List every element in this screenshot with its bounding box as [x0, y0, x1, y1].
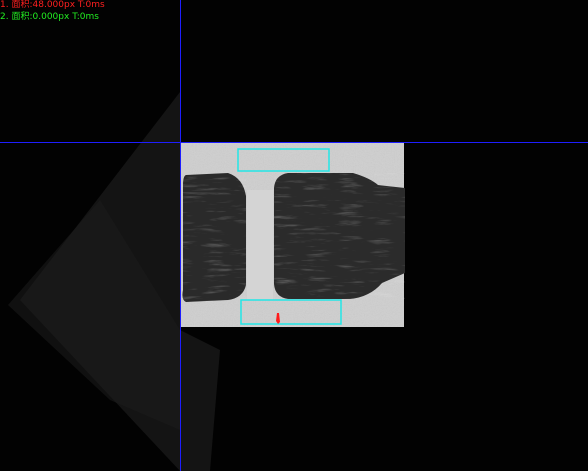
- inspection-image: [8, 92, 405, 471]
- measurement-line-1: 1. 面积:48.000px T:0ms: [0, 0, 105, 11]
- measurement-line-2: 2. 面积:0.000px T:0ms: [0, 12, 99, 23]
- measurement-area: 面积:48.000px: [11, 0, 76, 10]
- inspection-viewport[interactable]: 1. 面积:48.000px T:0ms 2. 面积:0.000px T:0ms: [0, 0, 588, 471]
- measurement-area: 面积:0.000px: [11, 12, 70, 22]
- crosshair-vertical[interactable]: [180, 0, 181, 471]
- measurement-time: T:0ms: [77, 0, 105, 10]
- measurement-index: 1.: [0, 0, 9, 10]
- measurement-index: 2.: [0, 12, 9, 22]
- center-bridge: [247, 190, 273, 300]
- measurement-time: T:0ms: [72, 12, 99, 22]
- crosshair-horizontal[interactable]: [0, 142, 588, 143]
